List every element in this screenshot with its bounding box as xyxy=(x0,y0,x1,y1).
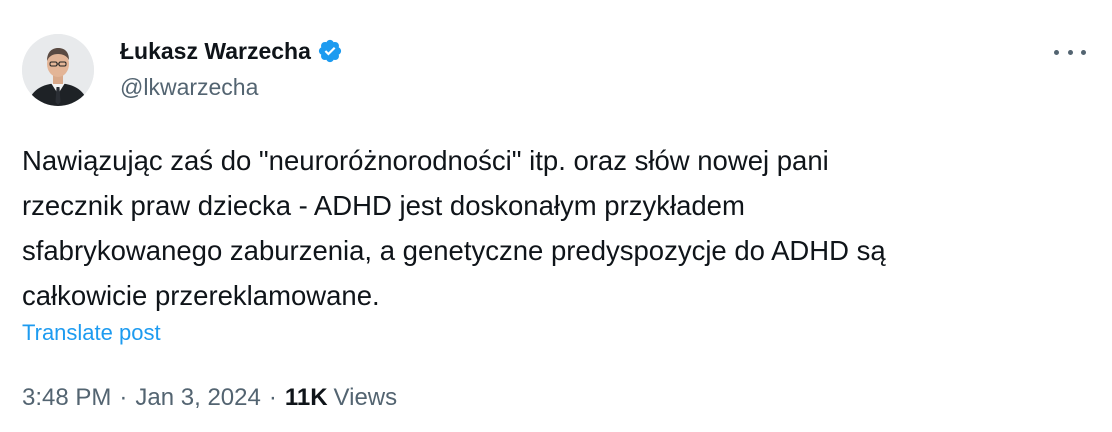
tweet-meta: 3:48 PM · Jan 3, 2024 · 11K Views xyxy=(22,384,397,412)
tweet-date[interactable]: Jan 3, 2024 xyxy=(135,384,260,412)
author-name-row: Łukasz Warzecha xyxy=(120,36,343,66)
more-options-icon[interactable] xyxy=(1054,42,1086,62)
tweet-text-line: sfabrykowanego zaburzenia, a genetyczne … xyxy=(22,235,886,266)
views-count[interactable]: 11K xyxy=(285,384,328,412)
tweet-text-line: rzecznik praw dziecka - ADHD jest doskon… xyxy=(22,190,745,221)
author-display-name[interactable]: Łukasz Warzecha xyxy=(120,38,311,65)
avatar[interactable] xyxy=(22,34,94,106)
tweet-time[interactable]: 3:48 PM xyxy=(22,384,111,412)
tweet-text-line: całkowicie przereklamowane. xyxy=(22,280,380,311)
meta-separator: · xyxy=(268,384,277,411)
tweet-text-line: Nawiązując zaś do "neuroróżnorodności" i… xyxy=(22,145,829,176)
avatar-image xyxy=(22,34,94,106)
author-handle[interactable]: @lkwarzecha xyxy=(120,74,258,101)
translate-post-link[interactable]: Translate post xyxy=(22,320,161,346)
meta-separator: · xyxy=(119,384,128,411)
verified-badge-icon[interactable] xyxy=(317,38,343,64)
tweet-text: Nawiązując zaś do "neuroróżnorodności" i… xyxy=(22,138,1092,318)
tweet-card: Łukasz Warzecha @lkwarzecha Nawiązując z… xyxy=(0,0,1112,432)
views-label[interactable]: Views xyxy=(334,384,398,412)
